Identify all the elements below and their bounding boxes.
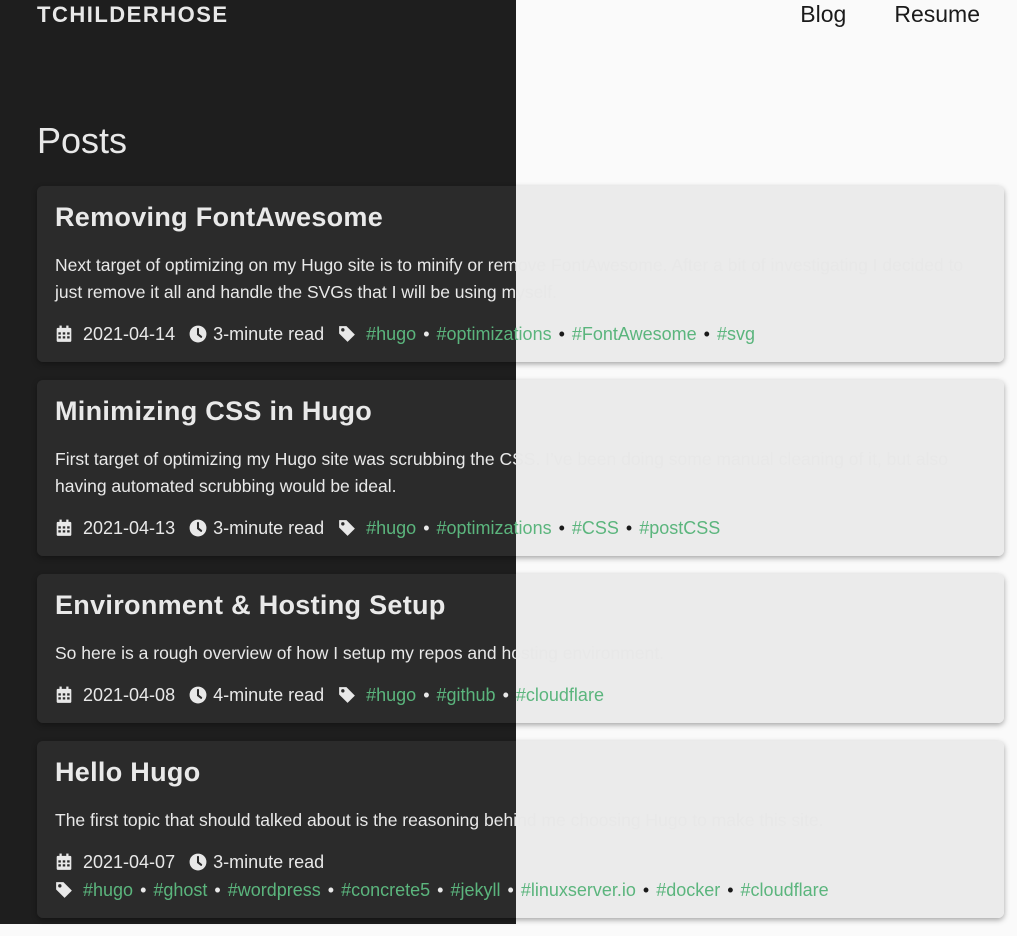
post-date: 2021-04-13 — [83, 518, 176, 538]
post-tags-row: #hugo • #ghost • #wordpress • #concrete5 • #… — [55, 878, 986, 902]
post-tag[interactable]: #cloudflare — [741, 878, 829, 902]
post-card: Environment & Hosting Setup So here is a… — [37, 574, 1004, 723]
post-tag[interactable]: #jekyll — [450, 878, 500, 902]
post-tag[interactable]: #wordpress — [228, 878, 321, 902]
post-read-time: 3-minute read — [213, 518, 325, 538]
post-meta: 2021-04-13 3-minute read #hugo • #optimiz… — [55, 516, 986, 540]
post-title[interactable]: Hello Hugo — [55, 755, 986, 789]
clock-icon — [189, 519, 207, 537]
nav-link-blog[interactable]: Blog — [800, 1, 846, 28]
tag-icon — [338, 686, 356, 704]
post-list: Removing FontAwesome Next target of opti… — [37, 186, 1004, 936]
post-date: 2021-04-07 — [83, 852, 176, 872]
tag-icon — [338, 325, 356, 343]
post-read-time: 3-minute read — [213, 324, 325, 344]
calendar-icon — [55, 519, 73, 537]
tag-icon — [338, 519, 356, 537]
page-title: Posts — [37, 120, 128, 161]
post-card: Hello Hugo The first topic that should t… — [37, 741, 1004, 918]
clock-icon — [189, 686, 207, 704]
nav-link-resume[interactable]: Resume — [894, 1, 980, 28]
post-tag[interactable]: #cloudflare — [516, 683, 604, 707]
post-tag[interactable]: #FontAwesome — [572, 322, 697, 346]
post-card: Removing FontAwesome Next target of opti… — [37, 186, 1004, 362]
post-summary: So here is a rough overview of how I set… — [55, 643, 664, 663]
post-tag[interactable]: #optimizations — [437, 516, 552, 540]
post-summary: Next target of optimizing on my Hugo sit… — [55, 255, 964, 302]
tag-icon — [55, 881, 73, 899]
post-tag[interactable]: #optimizations — [437, 322, 552, 346]
post-read-time: 4-minute read — [213, 685, 325, 705]
post-tag[interactable]: #postCSS — [639, 516, 720, 540]
post-tag[interactable]: #svg — [717, 322, 755, 346]
post-tag[interactable]: #hugo — [366, 322, 416, 346]
calendar-icon — [55, 853, 73, 871]
post-tag[interactable]: #hugo — [366, 683, 416, 707]
post-read-time: 3-minute read — [213, 852, 325, 872]
post-summary: First target of optimizing my Hugo site … — [55, 449, 948, 496]
post-title[interactable]: Removing FontAwesome — [55, 200, 986, 234]
post-tag[interactable]: #hugo — [83, 878, 133, 902]
clock-icon — [189, 325, 207, 343]
post-tag[interactable]: #ghost — [153, 878, 207, 902]
post-tag[interactable]: #hugo — [366, 516, 416, 540]
post-tag[interactable]: #concrete5 — [341, 878, 430, 902]
post-meta: 2021-04-08 4-minute read #hugo • #github •… — [55, 683, 986, 707]
calendar-icon — [55, 325, 73, 343]
post-card: Minimizing CSS in Hugo First target of o… — [37, 380, 1004, 556]
post-tag[interactable]: #CSS — [572, 516, 619, 540]
post-tag[interactable]: #linuxserver.io — [521, 878, 636, 902]
post-date: 2021-04-14 — [83, 324, 176, 344]
main-nav: Blog Resume — [800, 1, 980, 28]
post-tag[interactable]: #docker — [656, 878, 720, 902]
post-tag[interactable]: #github — [437, 683, 496, 707]
post-summary: The first topic that should talked about… — [55, 810, 824, 830]
post-meta: 2021-04-07 3-minute read — [55, 850, 986, 874]
calendar-icon — [55, 686, 73, 704]
site-brand[interactable]: TCHILDERHOSE — [37, 2, 229, 28]
site-header: TCHILDERHOSE Blog Resume — [0, 0, 1017, 40]
post-title[interactable]: Environment & Hosting Setup — [55, 588, 986, 622]
post-meta: 2021-04-14 3-minute read #hugo • #optimiz… — [55, 322, 986, 346]
clock-icon — [189, 853, 207, 871]
post-title[interactable]: Minimizing CSS in Hugo — [55, 394, 986, 428]
post-date: 2021-04-08 — [83, 685, 176, 705]
